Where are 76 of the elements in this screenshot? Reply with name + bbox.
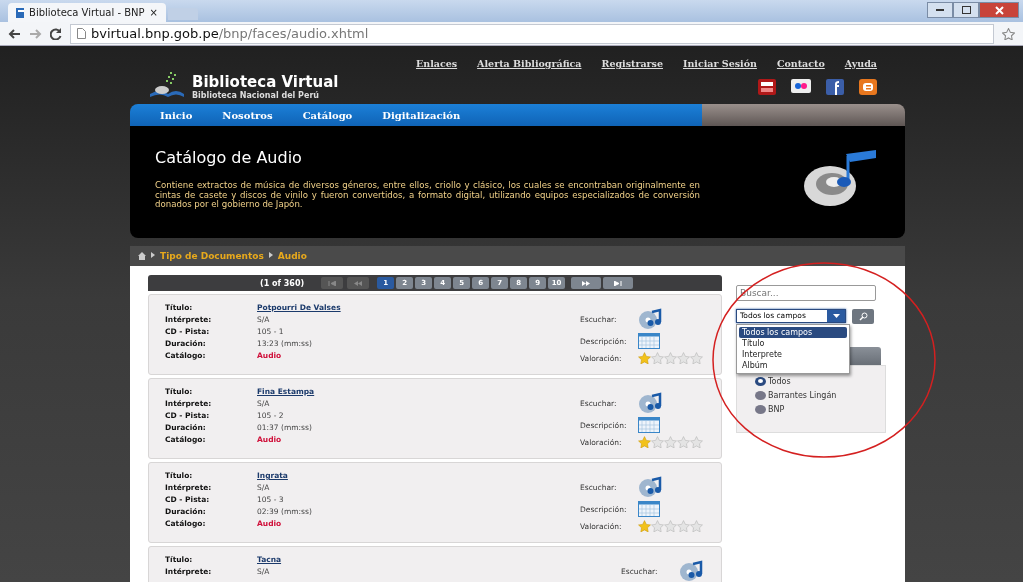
tab-close[interactable]: × (149, 7, 158, 18)
chevron-icon (268, 252, 273, 258)
forward-icon[interactable] (29, 28, 42, 39)
dropdown-option[interactable]: Interprete (739, 349, 847, 360)
site-subtitle: Biblioteca Nacional del Perú (192, 91, 321, 100)
flickr-icon[interactable] (791, 79, 811, 93)
header-link[interactable]: Alerta Bibliográfica (477, 58, 582, 69)
previous-page-button[interactable] (347, 277, 370, 289)
page-icon (77, 28, 86, 39)
music-cd-icon[interactable] (679, 560, 703, 582)
minimize-icon (936, 8, 944, 12)
music-cd-icon[interactable] (638, 392, 662, 414)
last-page-button[interactable] (603, 277, 634, 289)
page-summary: (1 of 360) (260, 278, 305, 288)
next-page-button[interactable] (571, 277, 602, 289)
radio-button[interactable] (755, 376, 766, 386)
address-field[interactable]: bvirtual.bnp.gob.pe/bnp/faces/audio.xhtml (70, 23, 994, 44)
dropdown-option[interactable]: Todos los campos (739, 327, 847, 338)
radio-button[interactable] (755, 404, 766, 414)
tab-title: Biblioteca Virtual - BNP (29, 7, 145, 18)
dropdown-option[interactable]: Albúm (739, 360, 847, 371)
first-page-button[interactable] (321, 277, 344, 289)
filled-star-icon[interactable] (638, 352, 651, 364)
nav-link[interactable]: Catálogo (302, 109, 353, 121)
header-link[interactable]: Contacto (776, 58, 825, 69)
radio-label: Todos (768, 376, 791, 386)
breadcrumb-link[interactable]: Audio (277, 251, 307, 261)
maximize-icon (961, 6, 971, 14)
minimize-button[interactable] (927, 2, 953, 18)
music-cd-icon[interactable] (638, 308, 662, 330)
filled-star-icon[interactable] (638, 436, 651, 448)
music-cd-icon[interactable] (638, 476, 662, 498)
browser-tab[interactable]: Biblioteca Virtual - BNP × (8, 3, 166, 22)
header-link[interactable]: Iniciar Sesión (683, 58, 757, 69)
filled-star-icon[interactable] (638, 520, 651, 532)
next-icon (582, 280, 591, 286)
caret-icon (832, 314, 840, 318)
favicon-icon (16, 7, 25, 18)
calendar-icon[interactable] (638, 333, 660, 349)
calendar-icon[interactable] (638, 417, 660, 433)
close-icon (994, 5, 1004, 15)
banner-title: Catálogo de Audio (155, 148, 303, 167)
star-rating[interactable] (638, 436, 703, 448)
radio-dot-icon (758, 379, 763, 383)
nav-link[interactable]: Inicio (160, 109, 193, 121)
blogger-icon[interactable] (859, 79, 877, 95)
back-icon[interactable] (8, 28, 21, 39)
star-rating[interactable] (638, 520, 703, 532)
home-icon[interactable] (138, 252, 146, 260)
radio-label: Barrantes Lingán (768, 390, 837, 400)
facebook-icon[interactable] (826, 79, 844, 95)
maximize-button[interactable] (953, 2, 979, 18)
header-link[interactable]: Registrarse (601, 58, 663, 69)
book-cd-logo-icon (148, 70, 186, 100)
site-title: Biblioteca Virtual (192, 73, 339, 91)
youtube-icon[interactable] (758, 79, 776, 95)
reload-icon[interactable] (50, 27, 62, 40)
header-link[interactable]: Ayuda (844, 58, 877, 69)
bookmark-star-icon[interactable] (1002, 27, 1015, 40)
breadcrumb-link[interactable]: Tipo de Documentos (160, 251, 264, 261)
search-button[interactable] (852, 309, 874, 324)
previous-icon (354, 280, 363, 286)
banner-description: Contiene extractos de música de diversos géneros, entre ellos, criollo y clásico, los cuales se encontraban originalmente en cintas de casete y discos de vinilo y fueron convertidos, a formato digital, utilizando equipos especializados de conversión donados por el gobierno de Japón. (155, 181, 700, 210)
calendar-icon[interactable] (638, 501, 660, 517)
header-link[interactable]: Enlaces (416, 58, 458, 69)
first-icon (328, 280, 337, 286)
radio-label: BNP (768, 404, 785, 414)
nav-link[interactable]: Nosotros (222, 109, 273, 121)
search-icon (858, 312, 868, 321)
dropdown-option[interactable]: Título (739, 338, 847, 349)
nav-link[interactable]: Digitalización (382, 109, 461, 121)
last-icon (614, 280, 623, 286)
radio-button[interactable] (755, 390, 766, 400)
chevron-icon (151, 252, 155, 258)
close-button[interactable] (979, 2, 1019, 18)
star-rating[interactable] (638, 352, 703, 364)
